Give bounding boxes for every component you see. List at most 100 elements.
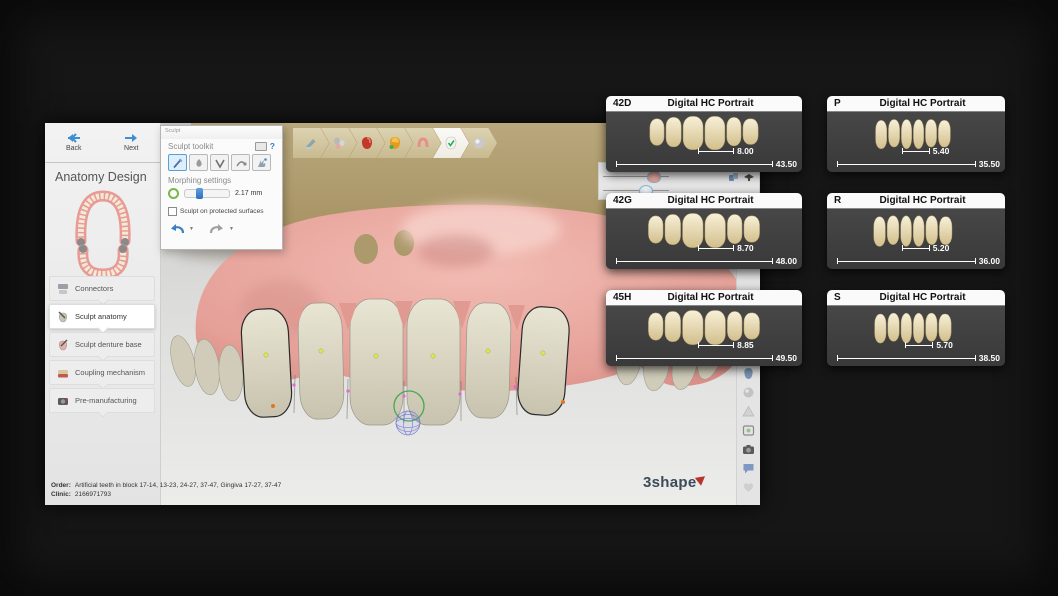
step-label: Coupling mechanism [75,368,145,377]
screenshot-icon[interactable] [742,424,755,437]
sidebar-item-sculpt-denture-base[interactable]: Sculpt denture base [49,332,155,357]
smooth-icon [235,157,247,169]
order-label: Order: [51,482,71,489]
tooth-card-45H[interactable]: 45HDigital HC Portrait 8.85 49.50 [606,290,802,366]
sidebar-item-connectors[interactable]: Connectors [49,276,155,301]
card-title: Digital HC Portrait [645,98,802,109]
prism-icon[interactable] [742,405,755,418]
back-label: Back [66,145,82,152]
pre-manufacturing-icon [56,394,70,408]
tooth-width-ruler: 5.70 [905,340,953,350]
scan-knife-icon [304,136,318,150]
pink-tooth-knob[interactable] [647,171,661,183]
morph-value: 2.17 mm [235,190,262,197]
sculpt-check-icon [444,136,458,150]
tooth-width-ruler: 8.85 [698,340,754,350]
card-id: 45H [606,292,645,303]
coupling-mechanism-icon [56,366,70,380]
tooth-icon[interactable] [742,367,755,380]
tooth-width-ruler: 5.20 [902,243,950,253]
tooth-width-ruler: 5.40 [902,146,950,156]
screen: Back Next Anatomy Design [0,0,1058,596]
carve-tool[interactable] [210,154,229,171]
add-wax-icon [193,157,205,169]
dental-arch-diagram-icon [55,186,151,278]
gingiva-arch-icon [416,136,430,150]
morph-slider[interactable] [184,189,230,198]
tooth-card-42D[interactable]: 42DDigital HC Portrait 8.00 43.50 [606,96,802,172]
orange-anatomy-icon [388,136,402,150]
help-icon[interactable]: ? [270,141,275,151]
step-label: Pre-manufacturing [75,396,137,405]
sidebar-item-coupling-mechanism[interactable]: Coupling mechanism [49,360,155,385]
redo-icon[interactable] [208,222,226,235]
clinic-label: Clinic: [51,491,71,498]
connectors-icon [56,282,70,296]
card-title: Digital HC Portrait [866,292,1005,303]
clinic-value: 2166971793 [75,491,111,498]
sphere-icon[interactable] [742,386,755,399]
set-width-ruler: 49.50 [616,353,797,363]
next-button[interactable]: Next [103,123,161,162]
camera-icon[interactable] [742,443,755,456]
snapshot-icon[interactable] [255,142,267,151]
workflow-steps: Connectors Sculpt anatomy Sculpt denture… [49,276,155,416]
sidebar-item-pre-manufacturing[interactable]: Pre-manufacturing [49,388,155,413]
morphing-settings-heading: Morphing settings [168,176,275,185]
workflow-toolbar [293,128,489,158]
card-id: 42D [606,98,645,109]
set-width-ruler: 48.00 [616,256,797,266]
card-id: 42G [606,195,645,206]
sculpt-denture-base-icon [56,338,70,352]
wizard-nav: Back Next [45,123,160,163]
morph-tool[interactable] [252,154,271,171]
segmented-teeth-icon [332,136,346,150]
wax-knife-tool[interactable] [168,154,187,171]
red-anatomy-icon [360,136,374,150]
step-label: Sculpt denture base [75,340,142,349]
next-arrow-icon [124,133,138,143]
set-width-ruler: 36.00 [837,256,1000,266]
shade-slider-lower[interactable] [603,190,669,191]
reset-morph-icon[interactable] [168,188,179,199]
step-label: Sculpt anatomy [75,312,127,321]
tooth-card-42G[interactable]: 42GDigital HC Portrait 8.70 48.00 [606,193,802,269]
back-arrow-icon [67,133,81,143]
add-wax-tool[interactable] [189,154,208,171]
card-id: R [827,195,866,206]
chat-bubble-icon[interactable] [742,462,755,475]
card-title: Digital HC Portrait [866,98,1005,109]
heart-icon[interactable] [742,481,755,494]
tooth-width-ruler: 8.70 [698,243,754,253]
tooth-card-S[interactable]: SDigital HC Portrait 5.70 38.50 [827,290,1005,366]
morph-slider-handle[interactable] [196,188,203,199]
card-id: S [827,292,866,303]
sculpt-panel: Sculpt Sculpt toolkit ? [160,125,283,250]
back-button[interactable]: Back [45,123,103,162]
arch-overview[interactable] [45,186,160,283]
finalize-sphere-icon [472,136,486,150]
sculpt-anatomy-icon [56,310,70,324]
tooth-card-R[interactable]: RDigital HC Portrait 5.20 36.00 [827,193,1005,269]
step-label: Connectors [75,284,113,293]
smooth-tool[interactable] [231,154,250,171]
set-width-ruler: 38.50 [837,353,1000,363]
order-info: Order:Artificial teeth in block 17-14, 1… [51,481,281,499]
tooth-card-P[interactable]: PDigital HC Portrait 5.40 35.50 [827,96,1005,172]
library-pair-icon[interactable] [728,171,739,182]
next-label: Next [124,145,138,152]
sidebar: Back Next Anatomy Design [45,123,161,505]
mold-icon[interactable] [743,171,755,182]
sculpt-tools [168,154,275,171]
set-width-ruler: 43.50 [616,159,797,169]
undo-icon[interactable] [168,222,186,235]
shade-slider-upper[interactable] [603,176,669,177]
protected-surfaces-checkbox[interactable] [168,207,177,216]
page-title: Anatomy Design [45,163,160,186]
sculpt-panel-title[interactable]: Sculpt [161,126,282,139]
protected-surfaces-label: Sculpt on protected surfaces [180,208,264,215]
redo-dropdown-icon[interactable]: ▼ [229,226,234,232]
sidebar-item-sculpt-anatomy[interactable]: Sculpt anatomy [49,304,155,329]
3shape-logo: 3shape [643,474,706,491]
undo-dropdown-icon[interactable]: ▼ [189,226,194,232]
